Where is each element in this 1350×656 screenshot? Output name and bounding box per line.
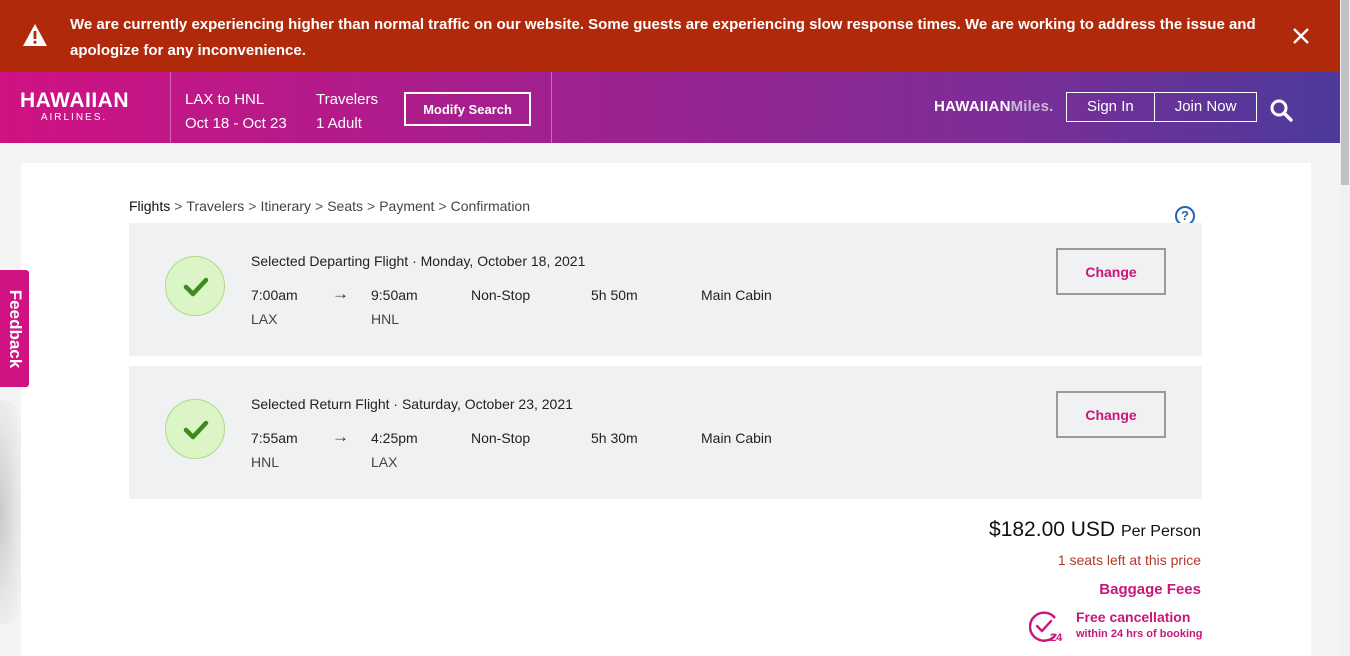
feedback-tab[interactable]: Feedback — [0, 270, 29, 387]
free-cancellation-subtitle: within 24 hrs of booking — [1076, 628, 1203, 640]
close-icon[interactable] — [1290, 25, 1312, 47]
depart-time: 7:00am — [251, 287, 298, 303]
site-header: HAWAIIAN AIRLINES. LAX to HNL Oct 18 - O… — [0, 72, 1340, 143]
free-cancellation-title: Free cancellation — [1076, 609, 1191, 625]
stops: Non-Stop — [471, 430, 531, 446]
miles-logo-part2: Miles. — [1010, 98, 1054, 115]
travelers-summary: Travelers 1 Adult — [316, 88, 378, 136]
modify-search-button[interactable]: Modify Search — [404, 92, 531, 126]
origin-code: LAX — [251, 311, 278, 327]
seats-left-notice: 1 seats left at this price — [1057, 552, 1201, 568]
duration: 5h 30m — [591, 430, 638, 446]
travelers-label: Travelers — [316, 91, 378, 108]
arrow-right-icon: → — [332, 427, 349, 446]
destination-code: HNL — [371, 311, 400, 327]
breadcrumb-seats[interactable]: Seats — [327, 198, 363, 214]
flight-title: Selected Departing Flight · Monday, Octo… — [251, 253, 586, 269]
arrow-right-icon: → — [332, 284, 349, 303]
warning-icon — [23, 24, 47, 46]
baggage-fees-link[interactable]: Baggage Fees — [1099, 581, 1201, 598]
cabin: Main Cabin — [701, 287, 772, 303]
join-now-button[interactable]: Join Now — [1153, 93, 1257, 121]
return-flight-card: Selected Return Flight · Saturday, Octob… — [129, 366, 1202, 499]
breadcrumb-confirmation[interactable]: Confirmation — [451, 198, 530, 214]
flight-title: Selected Return Flight · Saturday, Octob… — [251, 396, 573, 412]
departing-flight-card: Selected Departing Flight · Monday, Octo… — [129, 223, 1202, 356]
auth-buttons: Sign In Join Now — [1066, 92, 1258, 122]
duration: 5h 50m — [591, 287, 638, 303]
dates-text: Oct 18 - Oct 23 — [185, 115, 287, 132]
price-per-label: Per Person — [1120, 523, 1201, 540]
route-text: LAX to HNL — [185, 91, 265, 108]
breadcrumb: Flights > Travelers > Itinerary > Seats > Pa… — [129, 198, 531, 214]
scrollbar-thumb[interactable] — [1341, 0, 1349, 185]
change-departing-button[interactable]: Change — [1056, 248, 1166, 295]
check-icon — [165, 256, 225, 316]
arrive-time: 4:25pm — [371, 430, 418, 446]
travelers-value: 1 Adult — [316, 115, 362, 132]
page-scrollbar[interactable] — [1340, 0, 1350, 656]
hawaiian-airlines-logo[interactable]: HAWAIIAN AIRLINES. — [20, 89, 140, 124]
check-icon — [165, 399, 225, 459]
breadcrumb-itinerary[interactable]: Itinerary — [260, 198, 311, 214]
breadcrumb-flights[interactable]: Flights — [129, 198, 170, 214]
stops: Non-Stop — [471, 287, 531, 303]
trip-summary: LAX to HNL Oct 18 - Oct 23 — [185, 88, 287, 136]
miles-logo-part1: HAWAIIAN — [934, 98, 1011, 115]
traffic-alert-banner: We are currently experiencing higher tha… — [0, 0, 1340, 72]
feedback-label: Feedback — [5, 289, 25, 368]
clock-24-icon: 24 — [1029, 611, 1063, 644]
logo-sub-text: AIRLINES. — [40, 112, 108, 123]
cabin: Main Cabin — [701, 430, 772, 446]
cancel-badge-text: 24 — [1050, 632, 1063, 644]
breadcrumb-payment[interactable]: Payment — [379, 198, 434, 214]
sign-in-button[interactable]: Sign In — [1067, 93, 1154, 121]
header-divider — [551, 72, 552, 143]
logo-main-text: HAWAIIAN — [20, 89, 129, 112]
origin-code: HNL — [251, 454, 280, 470]
destination-code: LAX — [371, 454, 398, 470]
background-image-fragment — [0, 400, 22, 625]
search-icon[interactable] — [1269, 98, 1293, 122]
depart-time: 7:55am — [251, 430, 298, 446]
price-per-person: $182.00 USD Per Person — [989, 518, 1201, 542]
breadcrumb-travelers[interactable]: Travelers — [186, 198, 244, 214]
header-divider — [170, 72, 171, 143]
change-return-button[interactable]: Change — [1056, 391, 1166, 438]
price-amount: $182.00 USD — [989, 518, 1116, 541]
hawaiian-miles-logo[interactable]: HAWAIIANMiles. — [934, 98, 1054, 115]
alert-message: We are currently experiencing higher tha… — [70, 16, 1256, 59]
arrive-time: 9:50am — [371, 287, 418, 303]
